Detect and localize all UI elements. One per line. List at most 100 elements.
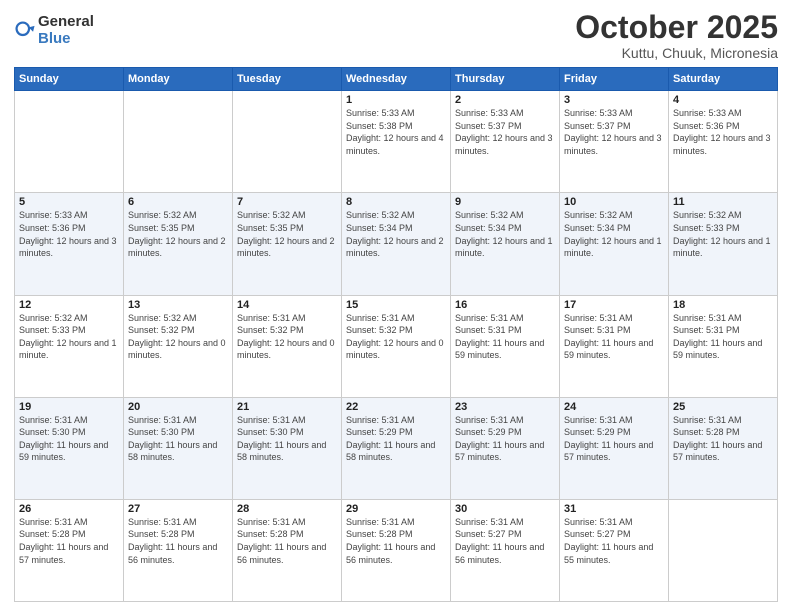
- calendar-cell: 2Sunrise: 5:33 AM Sunset: 5:37 PM Daylig…: [451, 91, 560, 193]
- day-info: Sunrise: 5:31 AM Sunset: 5:29 PM Dayligh…: [455, 414, 555, 464]
- day-number: 23: [455, 401, 555, 413]
- day-info: Sunrise: 5:31 AM Sunset: 5:28 PM Dayligh…: [346, 516, 446, 566]
- calendar-cell: 3Sunrise: 5:33 AM Sunset: 5:37 PM Daylig…: [560, 91, 669, 193]
- calendar-cell: 8Sunrise: 5:32 AM Sunset: 5:34 PM Daylig…: [342, 193, 451, 295]
- calendar-cell: 4Sunrise: 5:33 AM Sunset: 5:36 PM Daylig…: [669, 91, 778, 193]
- calendar-cell: 27Sunrise: 5:31 AM Sunset: 5:28 PM Dayli…: [124, 499, 233, 601]
- day-info: Sunrise: 5:31 AM Sunset: 5:31 PM Dayligh…: [455, 312, 555, 362]
- calendar-cell: 25Sunrise: 5:31 AM Sunset: 5:28 PM Dayli…: [669, 397, 778, 499]
- calendar-week-row: 26 Sunrise: 5:31 AM Sunset: 5:28 PM Dayli…: [15, 499, 778, 601]
- day-number: 22: [346, 401, 446, 413]
- day-info: Sunrise: 5:31 AM Sunset: 5:30 PM Dayligh…: [237, 414, 337, 464]
- day-info: Sunrise: 5:32 AM Sunset: 5:35 PM Dayligh…: [237, 209, 337, 259]
- day-info: Sunrise: 5:33 AM Sunset: 5:37 PM Dayligh…: [564, 107, 664, 157]
- calendar-week-row: 19Sunrise: 5:31 AM Sunset: 5:30 PM Dayli…: [15, 397, 778, 499]
- calendar-cell: 6Sunrise: 5:32 AM Sunset: 5:35 PM Daylig…: [124, 193, 233, 295]
- calendar-cell: 9Sunrise: 5:32 AM Sunset: 5:34 PM Daylig…: [451, 193, 560, 295]
- calendar-cell: 21Sunrise: 5:31 AM Sunset: 5:30 PM Dayli…: [233, 397, 342, 499]
- day-info: Sunrise: 5:31 AM Sunset: 5:30 PM Dayligh…: [128, 414, 228, 464]
- weekday-header-thursday: Thursday: [451, 68, 560, 91]
- calendar-cell: 30Sunrise: 5:31 AM Sunset: 5:27 PM Dayli…: [451, 499, 560, 601]
- calendar-cell: [124, 91, 233, 193]
- weekday-header-tuesday: Tuesday: [233, 68, 342, 91]
- day-info: Sunrise: 5:31 AM Sunset: 5:27 PM Dayligh…: [455, 516, 555, 566]
- calendar-cell: 15Sunrise: 5:31 AM Sunset: 5:32 PM Dayli…: [342, 295, 451, 397]
- day-info: Sunrise: 5:31 AM Sunset: 5:30 PM Dayligh…: [19, 414, 119, 464]
- weekday-header-saturday: Saturday: [669, 68, 778, 91]
- day-number: 14: [237, 299, 337, 311]
- day-info: Sunrise: 5:31 AM Sunset: 5:29 PM Dayligh…: [346, 414, 446, 464]
- calendar-cell: 20Sunrise: 5:31 AM Sunset: 5:30 PM Dayli…: [124, 397, 233, 499]
- calendar-cell: 24Sunrise: 5:31 AM Sunset: 5:29 PM Dayli…: [560, 397, 669, 499]
- calendar-cell: 16Sunrise: 5:31 AM Sunset: 5:31 PM Dayli…: [451, 295, 560, 397]
- day-info: Sunrise: 5:31 AM Sunset: 5:28 PM Dayligh…: [128, 516, 228, 566]
- day-info: Sunrise: 5:32 AM Sunset: 5:33 PM Dayligh…: [673, 209, 773, 259]
- day-info: Sunrise: 5:31 AM Sunset: 5:31 PM Dayligh…: [564, 312, 664, 362]
- day-number: 5: [19, 196, 119, 208]
- day-info: Sunrise: 5:32 AM Sunset: 5:32 PM Dayligh…: [128, 312, 228, 362]
- calendar-week-row: 5Sunrise: 5:33 AM Sunset: 5:36 PM Daylig…: [15, 193, 778, 295]
- day-number: 27: [128, 503, 228, 515]
- day-number: 29: [346, 503, 446, 515]
- calendar-cell: 29Sunrise: 5:31 AM Sunset: 5:28 PM Dayli…: [342, 499, 451, 601]
- day-info: Sunrise: 5:31 AM Sunset: 5:28 PM Dayligh…: [237, 516, 337, 566]
- day-info: Sunrise: 5:31 AM Sunset: 5:31 PM Dayligh…: [673, 312, 773, 362]
- day-number: 25: [673, 401, 773, 413]
- calendar-cell: 7Sunrise: 5:32 AM Sunset: 5:35 PM Daylig…: [233, 193, 342, 295]
- day-info: Sunrise: 5:31 AM Sunset: 5:29 PM Dayligh…: [564, 414, 664, 464]
- day-number: 28: [237, 503, 337, 515]
- calendar-cell: 19Sunrise: 5:31 AM Sunset: 5:30 PM Dayli…: [15, 397, 124, 499]
- day-number: 30: [455, 503, 555, 515]
- page: General Blue October 2025 Kuttu, Chuuk, …: [0, 0, 792, 612]
- day-number: 17: [564, 299, 664, 311]
- logo: General Blue: [14, 14, 94, 47]
- day-number: 18: [673, 299, 773, 311]
- day-info: Sunrise: 5:33 AM Sunset: 5:36 PM Dayligh…: [673, 107, 773, 157]
- calendar-cell: 5Sunrise: 5:33 AM Sunset: 5:36 PM Daylig…: [15, 193, 124, 295]
- day-number: 13: [128, 299, 228, 311]
- calendar-cell: 11Sunrise: 5:32 AM Sunset: 5:33 PM Dayli…: [669, 193, 778, 295]
- day-number: 24: [564, 401, 664, 413]
- day-number: 10: [564, 196, 664, 208]
- calendar-cell: 18Sunrise: 5:31 AM Sunset: 5:31 PM Dayli…: [669, 295, 778, 397]
- day-number: 3: [564, 94, 664, 106]
- day-info: Sunrise: 5:32 AM Sunset: 5:34 PM Dayligh…: [564, 209, 664, 259]
- month-title: October 2025: [575, 10, 778, 45]
- calendar-cell: [15, 91, 124, 193]
- calendar-table: SundayMondayTuesdayWednesdayThursdayFrid…: [14, 67, 778, 602]
- day-number: 26: [19, 503, 119, 515]
- day-info: Sunrise: 5:32 AM Sunset: 5:34 PM Dayligh…: [455, 209, 555, 259]
- weekday-header-row: SundayMondayTuesdayWednesdayThursdayFrid…: [15, 68, 778, 91]
- weekday-header-wednesday: Wednesday: [342, 68, 451, 91]
- day-number: 20: [128, 401, 228, 413]
- title-block: October 2025 Kuttu, Chuuk, Micronesia: [575, 10, 778, 61]
- day-number: 7: [237, 196, 337, 208]
- calendar-cell: 17Sunrise: 5:31 AM Sunset: 5:31 PM Dayli…: [560, 295, 669, 397]
- calendar-week-row: 1Sunrise: 5:33 AM Sunset: 5:38 PM Daylig…: [15, 91, 778, 193]
- location: Kuttu, Chuuk, Micronesia: [575, 45, 778, 61]
- calendar-cell: 12Sunrise: 5:32 AM Sunset: 5:33 PM Dayli…: [15, 295, 124, 397]
- header: General Blue October 2025 Kuttu, Chuuk, …: [14, 10, 778, 61]
- day-info: Sunrise: 5:31 AM Sunset: 5:28 PM Dayligh…: [673, 414, 773, 464]
- day-number: 16: [455, 299, 555, 311]
- calendar-cell: 14Sunrise: 5:31 AM Sunset: 5:32 PM Dayli…: [233, 295, 342, 397]
- day-number: 8: [346, 196, 446, 208]
- calendar-cell: 1Sunrise: 5:33 AM Sunset: 5:38 PM Daylig…: [342, 91, 451, 193]
- day-number: 4: [673, 94, 773, 106]
- calendar-cell: 26Sunrise: 5:31 AM Sunset: 5:28 PM Dayli…: [15, 499, 124, 601]
- calendar-cell: 22Sunrise: 5:31 AM Sunset: 5:29 PM Dayli…: [342, 397, 451, 499]
- day-number: 11: [673, 196, 773, 208]
- day-number: 2: [455, 94, 555, 106]
- day-info: Sunrise: 5:32 AM Sunset: 5:34 PM Dayligh…: [346, 209, 446, 259]
- calendar-week-row: 12Sunrise: 5:32 AM Sunset: 5:33 PM Dayli…: [15, 295, 778, 397]
- logo-icon: [14, 20, 36, 42]
- day-number: 15: [346, 299, 446, 311]
- day-number: 9: [455, 196, 555, 208]
- weekday-header-monday: Monday: [124, 68, 233, 91]
- calendar-cell: [233, 91, 342, 193]
- day-number: 12: [19, 299, 119, 311]
- logo-text: General Blue: [38, 14, 94, 47]
- day-number: 21: [237, 401, 337, 413]
- day-info: Sunrise: 5:32 AM Sunset: 5:35 PM Dayligh…: [128, 209, 228, 259]
- calendar-cell: 28Sunrise: 5:31 AM Sunset: 5:28 PM Dayli…: [233, 499, 342, 601]
